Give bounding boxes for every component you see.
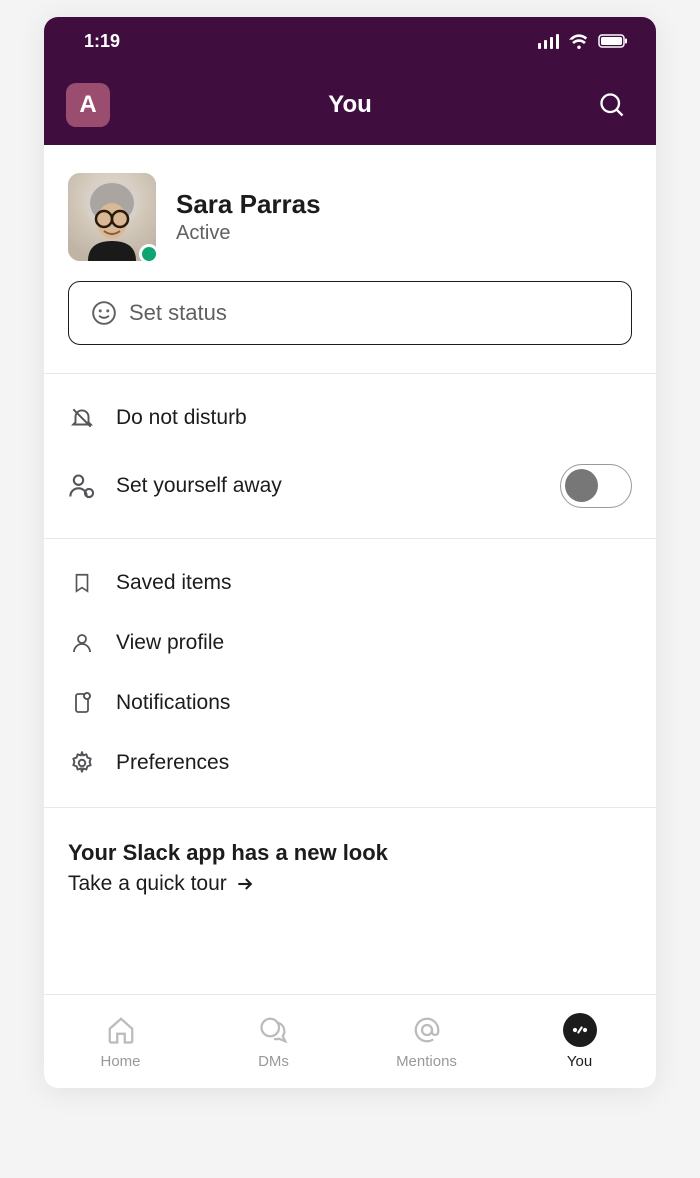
promo-title: Your Slack app has a new look [68, 840, 632, 866]
view-profile-label: View profile [116, 631, 632, 655]
saved-label: Saved items [116, 571, 632, 595]
dnd-label: Do not disturb [116, 406, 632, 430]
promo-section: Your Slack app has a new look Take a qui… [44, 808, 656, 936]
search-icon [598, 91, 626, 119]
status-input-section: Set status [44, 281, 656, 373]
spacer [44, 936, 656, 994]
saved-items-item[interactable]: Saved items [44, 553, 656, 613]
set-status-button[interactable]: Set status [68, 281, 632, 345]
promo-link-text: Take a quick tour [68, 872, 227, 896]
bookmark-icon [68, 569, 96, 597]
do-not-disturb-item[interactable]: Do not disturb [44, 388, 656, 448]
you-icon [563, 1013, 597, 1047]
smile-icon [91, 300, 117, 326]
toggle-knob [565, 469, 598, 502]
notifications-label: Notifications [116, 691, 632, 715]
nav-home[interactable]: Home [44, 995, 197, 1088]
presence-indicator [139, 244, 159, 264]
preferences-item[interactable]: Preferences [44, 733, 656, 793]
header: A You [44, 65, 656, 145]
nav-dms-label: DMs [258, 1053, 289, 1070]
status-placeholder: Set status [129, 300, 227, 326]
take-tour-link[interactable]: Take a quick tour [68, 872, 632, 896]
workspace-switcher[interactable]: A [66, 83, 110, 127]
away-icon [68, 472, 96, 500]
notifications-item[interactable]: Notifications [44, 673, 656, 733]
nav-mentions[interactable]: Mentions [350, 995, 503, 1088]
main-menu-section: Saved items View profile Notifications [44, 539, 656, 807]
wifi-icon [568, 33, 590, 49]
view-profile-item[interactable]: View profile [44, 613, 656, 673]
dms-icon [257, 1013, 291, 1047]
mentions-icon [410, 1013, 444, 1047]
home-icon [104, 1013, 138, 1047]
set-away-item[interactable]: Set yourself away [44, 448, 656, 524]
device-status-bar: 1:19 [44, 17, 656, 65]
away-label: Set yourself away [116, 474, 540, 498]
gear-icon [68, 749, 96, 777]
bottom-navigation: Home DMs Mentions [44, 994, 656, 1088]
phone-screen: 1:19 A You [44, 17, 656, 1088]
nav-you[interactable]: You [503, 995, 656, 1088]
person-icon [68, 629, 96, 657]
preferences-label: Preferences [116, 751, 632, 775]
phone-notification-icon [68, 689, 96, 717]
nav-home-label: Home [100, 1053, 140, 1070]
search-button[interactable] [590, 83, 634, 127]
profile-info: Sara Parras Active [176, 189, 321, 245]
arrow-right-icon [235, 874, 255, 894]
profile-name: Sara Parras [176, 189, 321, 220]
profile-section: Sara Parras Active [44, 145, 656, 281]
workspace-letter: A [79, 91, 96, 119]
dnd-icon [68, 404, 96, 432]
away-toggle[interactable] [560, 464, 632, 508]
nav-mentions-label: Mentions [396, 1053, 457, 1070]
profile-presence-text: Active [176, 222, 321, 245]
page-title: You [328, 91, 372, 119]
nav-dms[interactable]: DMs [197, 995, 350, 1088]
presence-menu-section: Do not disturb Set yourself away [44, 374, 656, 538]
nav-you-label: You [567, 1053, 592, 1070]
status-icons [538, 33, 628, 49]
battery-icon [598, 34, 628, 48]
avatar-container[interactable] [68, 173, 156, 261]
clock: 1:19 [84, 31, 120, 52]
signal-icon [538, 33, 560, 49]
